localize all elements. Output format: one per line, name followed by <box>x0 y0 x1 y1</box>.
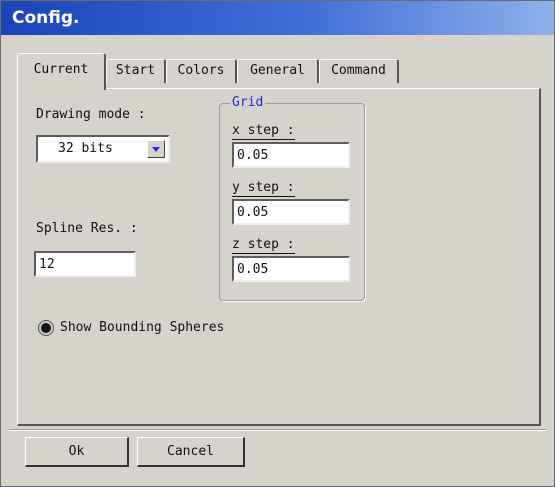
grid-groupbox: Grid x step : 0.05 y step : 0.05 z step … <box>219 95 365 301</box>
config-window: Config. Current Start Colors General Com… <box>0 0 555 487</box>
dropdown-arrow-button[interactable] <box>147 140 165 158</box>
z-step-label: z step : <box>232 237 295 254</box>
tab-colors[interactable]: Colors <box>166 59 237 83</box>
y-step-label: y step : <box>232 180 295 197</box>
tab-command[interactable]: Command <box>319 59 399 83</box>
x-step-label: x step : <box>232 123 295 140</box>
cancel-button[interactable]: Cancel <box>137 437 245 467</box>
drawing-mode-value: 32 bits <box>58 141 113 156</box>
y-step-input[interactable]: 0.05 <box>232 199 350 225</box>
spline-res-label: Spline Res. : <box>36 221 138 236</box>
z-step-input[interactable]: 0.05 <box>232 256 350 282</box>
chevron-down-icon <box>152 147 160 152</box>
tab-start[interactable]: Start <box>106 59 166 83</box>
divider <box>9 429 546 431</box>
ok-button[interactable]: Ok <box>25 437 129 467</box>
grid-group-title: Grid <box>230 95 266 110</box>
spline-res-input[interactable]: 12 <box>34 251 136 277</box>
show-bounding-spheres-label[interactable]: Show Bounding Spheres <box>60 320 224 335</box>
title-bar[interactable]: Config. <box>1 1 554 35</box>
drawing-mode-label: Drawing mode : <box>36 107 146 122</box>
show-bounding-spheres-radio[interactable] <box>38 320 54 336</box>
window-title: Config. <box>12 8 80 28</box>
tab-current[interactable]: Current <box>17 53 106 90</box>
x-step-input[interactable]: 0.05 <box>232 142 350 168</box>
tab-general[interactable]: General <box>237 59 319 83</box>
drawing-mode-select[interactable]: 32 bits <box>36 135 170 163</box>
tab-panel-current: Drawing mode : 32 bits Spline Res. : 12 … <box>17 88 541 426</box>
